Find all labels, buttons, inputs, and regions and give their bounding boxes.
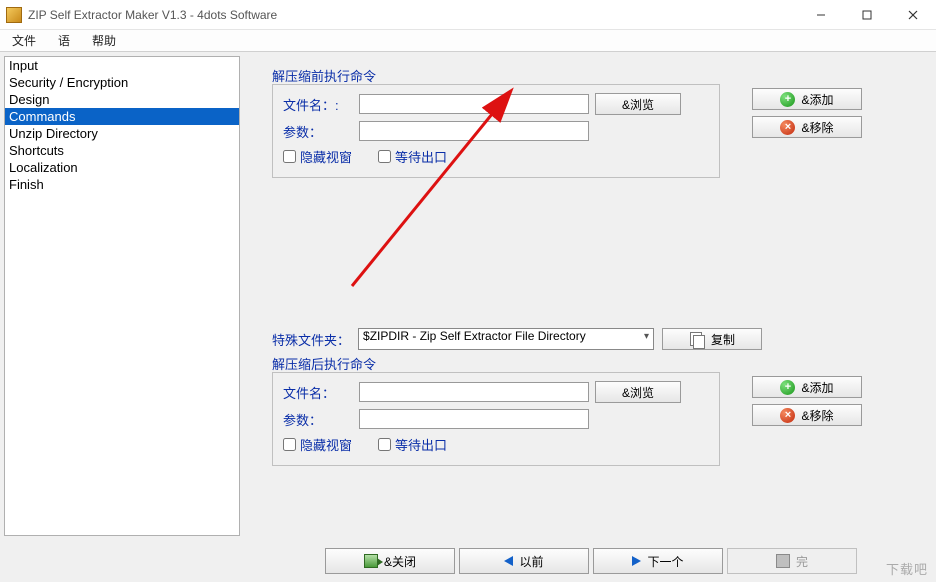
menubar: 文件 语 帮助 [0,30,936,52]
next-label: 下一个 [647,553,683,570]
after-add-label: &添加 [801,379,833,396]
finish-button[interactable]: 完 [727,548,857,574]
add-icon: + [780,380,795,395]
group-before-title: 解压缩前执行命令 [272,66,376,85]
copy-icon [689,331,705,347]
after-wait-exit-input[interactable] [378,438,391,451]
before-add-label: &添加 [801,91,833,108]
before-browse-button[interactable]: &浏览 [595,93,681,115]
before-filename-input[interactable] [359,94,589,114]
sidebar-item-unzip-directory[interactable]: Unzip Directory [5,125,239,142]
before-add-button[interactable]: + &添加 [752,88,862,110]
after-params-label: 参数： [283,410,353,429]
special-folder-label: 特殊文件夹： [272,330,350,349]
after-hide-window-checkbox[interactable]: 隐藏视窗 [283,435,352,454]
remove-icon: × [780,408,795,423]
wizard-nav: &关闭 以前 下一个 完 [252,546,930,576]
before-hide-window-checkbox[interactable]: 隐藏视窗 [283,147,352,166]
special-folder-select[interactable]: $ZIPDIR - Zip Self Extractor File Direct… [358,328,654,350]
menu-file[interactable]: 文件 [8,30,40,51]
before-hide-window-input[interactable] [283,150,296,163]
close-button[interactable] [890,0,936,29]
after-wait-exit-label: 等待出口 [395,435,447,454]
before-wait-exit-label: 等待出口 [395,147,447,166]
window-titlebar: ZIP Self Extractor Maker V1.3 - 4dots So… [0,0,936,30]
close-wizard-label: &关闭 [384,553,416,570]
window-title: ZIP Self Extractor Maker V1.3 - 4dots So… [28,8,798,22]
after-browse-label: &浏览 [622,384,654,401]
maximize-button[interactable] [844,0,890,29]
arrow-right-icon [632,556,641,566]
before-wait-exit-checkbox[interactable]: 等待出口 [378,147,447,166]
group-after-title: 解压缩后执行命令 [272,354,376,373]
group-before-box: 文件名：: &浏览 参数： 隐藏视窗 等待出口 [272,84,720,178]
minimize-button[interactable] [798,0,844,29]
app-icon [6,7,22,23]
copy-button[interactable]: 复制 [662,328,762,350]
main-panel: 解压缩前执行命令 文件名：: &浏览 参数： 隐藏视窗 [252,56,930,536]
sidebar-item-commands[interactable]: Commands [5,108,239,125]
after-remove-button[interactable]: × &移除 [752,404,862,426]
after-filename-input[interactable] [359,382,589,402]
next-button[interactable]: 下一个 [593,548,723,574]
remove-icon: × [780,120,795,135]
step-sidebar: Input Security / Encryption Design Comma… [4,56,240,536]
after-remove-label: &移除 [801,407,833,424]
before-remove-button[interactable]: × &移除 [752,116,862,138]
menu-language[interactable]: 语 [54,30,74,51]
sidebar-item-shortcuts[interactable]: Shortcuts [5,142,239,159]
before-params-label: 参数： [283,122,353,141]
sidebar-item-design[interactable]: Design [5,91,239,108]
after-add-button[interactable]: + &添加 [752,376,862,398]
close-wizard-button[interactable]: &关闭 [325,548,455,574]
copy-label: 复制 [711,331,735,348]
door-exit-icon [364,554,378,568]
sidebar-item-security[interactable]: Security / Encryption [5,74,239,91]
sidebar-item-finish[interactable]: Finish [5,176,239,193]
sidebar-item-localization[interactable]: Localization [5,159,239,176]
after-hide-window-label: 隐藏视窗 [300,435,352,454]
finish-label: 完 [796,553,808,570]
arrow-left-icon [504,556,513,566]
before-params-input[interactable] [359,121,589,141]
after-filename-label: 文件名： [283,383,353,402]
menu-help[interactable]: 帮助 [88,30,120,51]
save-icon [776,554,790,568]
special-folder-value: $ZIPDIR - Zip Self Extractor File Direct… [363,329,586,343]
before-wait-exit-input[interactable] [378,150,391,163]
after-browse-button[interactable]: &浏览 [595,381,681,403]
add-icon: + [780,92,795,107]
after-params-input[interactable] [359,409,589,429]
prev-label: 以前 [519,553,543,570]
before-hide-window-label: 隐藏视窗 [300,147,352,166]
before-remove-label: &移除 [801,119,833,136]
prev-button[interactable]: 以前 [459,548,589,574]
before-browse-label: &浏览 [622,96,654,113]
after-hide-window-input[interactable] [283,438,296,451]
group-after-box: 文件名： &浏览 参数： 隐藏视窗 等待出口 [272,372,720,466]
after-wait-exit-checkbox[interactable]: 等待出口 [378,435,447,454]
sidebar-item-input[interactable]: Input [5,57,239,74]
before-filename-label: 文件名：: [283,95,353,114]
